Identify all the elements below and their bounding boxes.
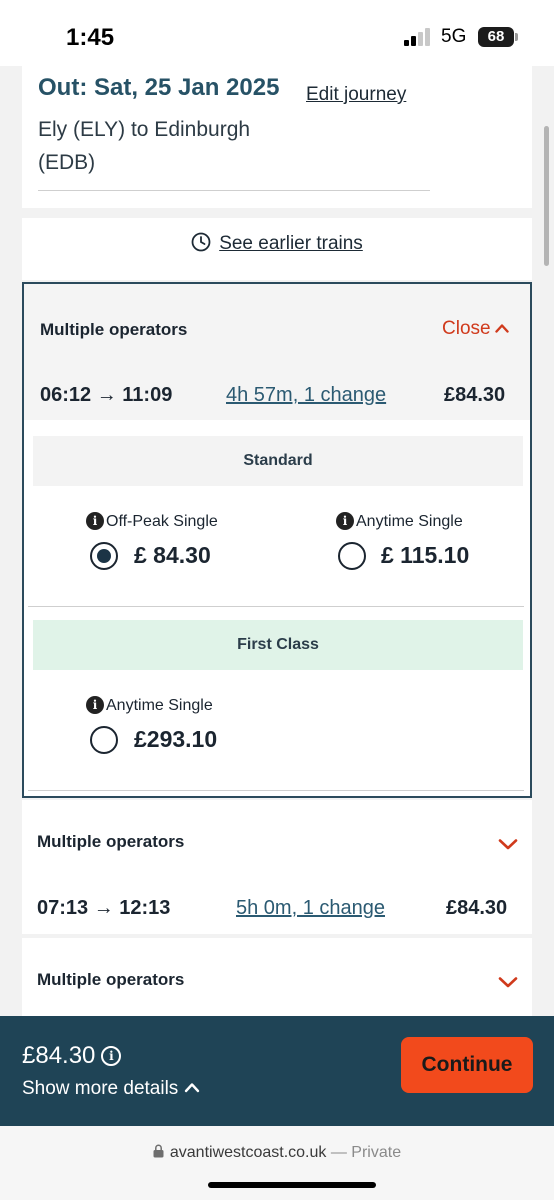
fare-price: £293.10 bbox=[134, 726, 218, 752]
network-type: 5G bbox=[441, 26, 467, 47]
fare-first-anytime-single: i Anytime Single bbox=[86, 696, 213, 715]
see-earlier-trains-label: See earlier trains bbox=[219, 233, 363, 254]
journey-duration-link[interactable]: 5h 0m, 1 change bbox=[236, 897, 385, 920]
fare-name-label: Off-Peak Single bbox=[106, 513, 218, 530]
fare-off-peak-single: i Off-Peak Single bbox=[86, 512, 218, 531]
chevron-up-icon bbox=[494, 324, 509, 333]
journey-price: £84.30 bbox=[446, 897, 508, 919]
route-text: Ely (ELY) to Edinburgh (EDB) bbox=[38, 118, 251, 174]
battery-level: 68 bbox=[487, 28, 505, 45]
url-domain: avantiwestcoast.co.uk bbox=[169, 1144, 327, 1161]
battery-icon: 68 bbox=[478, 27, 518, 47]
journey-card[interactable]: Multiple operators 07:13 → 12:13 5h 0m, … bbox=[22, 800, 532, 934]
show-more-details-button[interactable]: Show more details bbox=[22, 1078, 200, 1100]
total-price: £84.30 i bbox=[22, 1042, 122, 1070]
info-icon[interactable]: i bbox=[101, 1046, 122, 1066]
journey-duration-link[interactable]: 4h 57m, 1 change bbox=[226, 384, 386, 407]
fare-name-label: Anytime Single bbox=[356, 513, 463, 530]
journey-card-expanded: Multiple operators Close 06:12 → 11:09 4… bbox=[22, 282, 532, 798]
fare-price: £ 115.10 bbox=[381, 542, 470, 568]
continue-button[interactable]: Continue bbox=[401, 1037, 533, 1093]
divider bbox=[28, 790, 524, 791]
status-bar: 1:45 5G 68 bbox=[0, 0, 554, 66]
chevron-down-icon[interactable] bbox=[498, 838, 518, 851]
fare-radio-anytime-single[interactable] bbox=[338, 542, 366, 570]
fare-price: £ 84.30 bbox=[134, 542, 211, 568]
info-icon[interactable]: i bbox=[86, 696, 104, 714]
outbound-date: Out: Sat, 25 Jan 2025 bbox=[38, 74, 280, 101]
fare-radio-first-anytime-single[interactable] bbox=[90, 726, 118, 754]
fare-anytime-single: i Anytime Single bbox=[336, 512, 463, 531]
clock-icon bbox=[191, 232, 211, 252]
close-button[interactable]: Close bbox=[442, 318, 509, 340]
divider bbox=[28, 606, 524, 607]
scrollbar[interactable] bbox=[544, 126, 549, 266]
earlier-trains-row: See earlier trains bbox=[22, 218, 532, 280]
operator-name: Multiple operators bbox=[37, 970, 185, 989]
total-price-value: £84.30 bbox=[22, 1042, 96, 1069]
journey-card-header[interactable]: Multiple operators Close 06:12 → 11:09 4… bbox=[24, 284, 530, 420]
divider bbox=[38, 190, 430, 191]
journey-times: 06:12 → 11:09 bbox=[40, 384, 173, 406]
see-earlier-trains-button[interactable]: See earlier trains bbox=[22, 232, 532, 255]
journey-times: 07:13 → 12:13 bbox=[37, 897, 171, 919]
close-label: Close bbox=[442, 318, 491, 339]
fare-radio-off-peak-single[interactable] bbox=[90, 542, 118, 570]
edit-journey-link[interactable]: Edit journey bbox=[306, 84, 406, 106]
operator-name: Multiple operators bbox=[40, 320, 188, 339]
home-indicator[interactable] bbox=[208, 1182, 376, 1188]
page-content: Out: Sat, 25 Jan 2025 Edit journey Ely (… bbox=[0, 66, 554, 1016]
standard-class-header: Standard bbox=[33, 436, 523, 486]
browser-url-bar[interactable]: avantiwestcoast.co.uk — Private bbox=[0, 1126, 554, 1200]
show-more-details-label: Show more details bbox=[22, 1078, 179, 1099]
fare-name-label: Anytime Single bbox=[106, 697, 213, 714]
operator-name: Multiple operators bbox=[37, 832, 185, 851]
journey-price: £84.30 bbox=[444, 384, 506, 406]
chevron-up-icon bbox=[185, 1083, 200, 1093]
url-display[interactable]: avantiwestcoast.co.uk — Private bbox=[0, 1144, 554, 1162]
chevron-down-icon[interactable] bbox=[498, 976, 518, 989]
private-label: — Private bbox=[330, 1144, 402, 1161]
journey-summary: Out: Sat, 25 Jan 2025 Edit journey Ely (… bbox=[22, 66, 532, 208]
signal-strength-icon bbox=[404, 28, 434, 46]
journey-card[interactable]: Multiple operators bbox=[22, 938, 532, 1016]
info-icon[interactable]: i bbox=[336, 512, 354, 530]
basket-footer: £84.30 i Show more details Continue bbox=[0, 1016, 554, 1126]
first-class-header: First Class bbox=[33, 620, 523, 670]
info-icon[interactable]: i bbox=[86, 512, 104, 530]
lock-icon bbox=[153, 1144, 164, 1158]
status-time: 1:45 bbox=[66, 24, 115, 51]
